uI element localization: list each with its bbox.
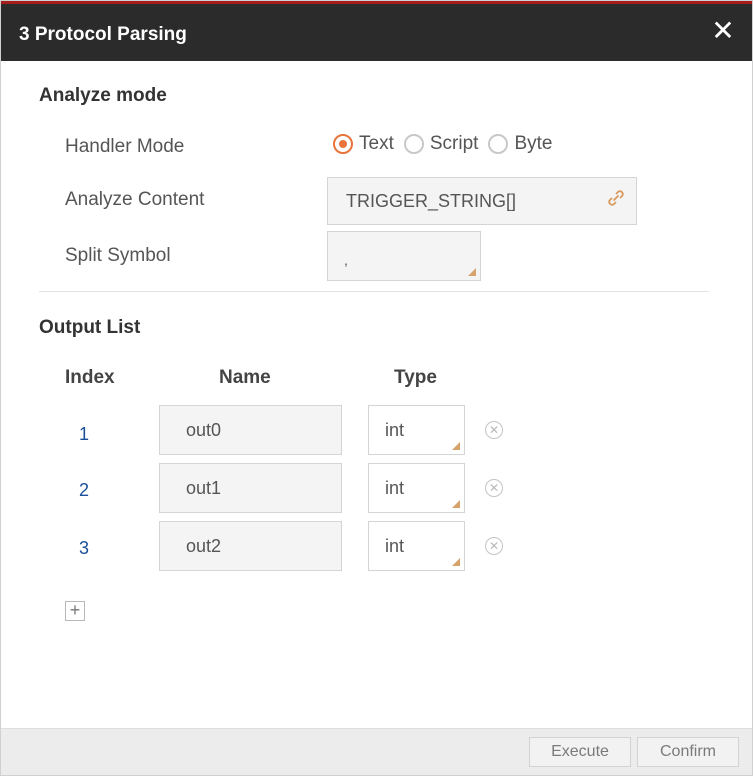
remove-row-icon[interactable]: ✕ [485,479,503,497]
output-type-value: int [385,477,405,498]
mode-text-radio[interactable]: Text [333,133,394,155]
output-type-select[interactable]: int [368,463,465,513]
radio-unselected-icon [488,134,509,154]
resize-corner-icon [468,268,476,276]
dropdown-corner-icon [452,558,460,566]
output-name-value: out2 [186,535,222,556]
dialog-title: 3 Protocol Parsing [19,24,187,45]
output-name-field[interactable]: out1 [159,463,342,513]
output-name-field[interactable]: out2 [159,521,342,571]
output-name-value: out1 [186,477,222,498]
dropdown-corner-icon [452,500,460,508]
link-icon[interactable] [606,188,626,208]
column-header-type: Type [394,367,437,388]
output-list-heading: Output List [39,317,141,338]
row-index: 1 [79,424,90,444]
handler-mode-radio-group: Text Script Byte [333,133,562,155]
remove-row-icon[interactable]: ✕ [485,537,503,555]
analyze-content-value: TRIGGER_STRING[] [346,190,517,211]
output-type-value: int [385,419,405,440]
mode-script-radio[interactable]: Script [403,133,479,155]
dropdown-corner-icon [452,442,460,450]
output-name-field[interactable]: out0 [159,405,342,455]
row-index: 2 [79,480,90,500]
analyze-content-field[interactable]: TRIGGER_STRING[] [327,177,637,225]
handler-mode-label: Handler Mode [65,136,185,157]
split-symbol-field[interactable]: , [327,231,481,281]
column-header-name: Name [219,367,271,388]
radio-selected-icon [333,134,353,154]
mode-text-label: Text [359,133,394,154]
remove-row-icon[interactable]: ✕ [485,421,503,439]
output-type-select[interactable]: int [368,405,465,455]
output-name-value: out0 [186,419,222,440]
split-symbol-label: Split Symbol [65,245,171,266]
protocol-parsing-dialog: 3 Protocol Parsing ✕ Analyze mode Handle… [0,0,753,776]
analyze-mode-heading: Analyze mode [39,85,167,106]
mode-byte-label: Byte [514,133,553,154]
split-symbol-value: , [344,252,348,268]
analyze-content-label: Analyze Content [65,189,205,210]
output-type-value: int [385,535,405,556]
add-row-button[interactable]: + [65,601,85,621]
radio-unselected-icon [403,134,424,154]
mode-script-label: Script [429,133,479,154]
section-divider [39,291,709,292]
execute-button[interactable]: Execute [529,737,631,767]
mode-byte-radio[interactable]: Byte [488,133,552,155]
row-index: 3 [79,538,90,558]
close-icon[interactable]: ✕ [710,17,736,45]
confirm-button[interactable]: Confirm [637,737,739,767]
dialog-footer: Execute Confirm [1,728,752,775]
column-header-index: Index [65,367,115,388]
dialog-titlebar: 3 Protocol Parsing ✕ [1,1,752,61]
output-type-select[interactable]: int [368,521,465,571]
